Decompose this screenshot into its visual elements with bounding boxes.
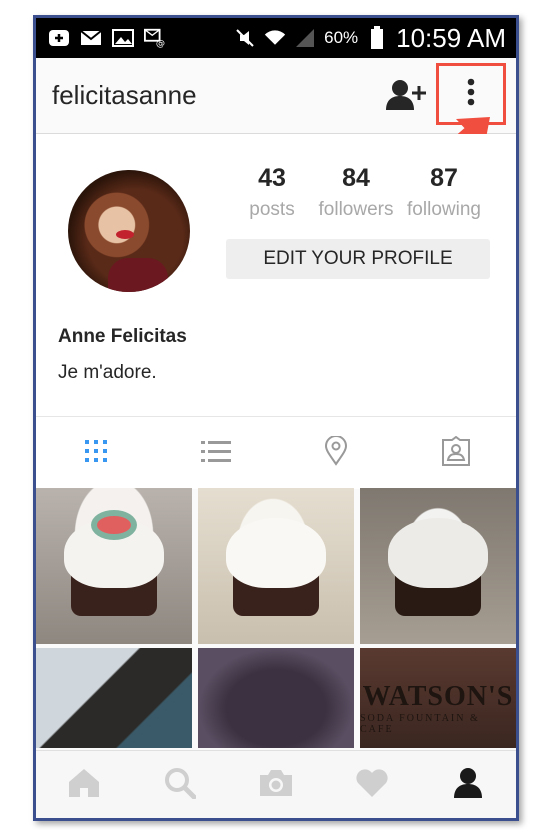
photo-thumbnail[interactable]: [36, 648, 192, 748]
profile-section: 43 posts 84 followers 87 following EDIT …: [36, 134, 516, 419]
bottom-navigation: [36, 750, 516, 818]
battery-percent: 60%: [324, 28, 359, 47]
avatar[interactable]: [68, 170, 190, 292]
posts-label: posts: [249, 199, 295, 220]
svg-text:@: @: [156, 38, 165, 48]
signal-icon: [294, 29, 316, 47]
add-user-icon[interactable]: [386, 78, 426, 112]
status-bar: @ 60% 10:59 AM: [36, 18, 516, 58]
mute-icon: [234, 29, 256, 47]
bio: Je m'adore.: [58, 362, 157, 383]
search-icon: [164, 767, 197, 804]
view-tabs: [36, 416, 516, 489]
tab-list[interactable]: [156, 417, 276, 489]
photo-thumbnail[interactable]: [36, 488, 192, 644]
mail-icon: [80, 29, 102, 47]
following-stat[interactable]: 87 following: [400, 164, 488, 221]
home-icon: [67, 767, 101, 804]
photo-sign-text: WATSON'S: [362, 681, 514, 712]
grid-icon: [84, 439, 108, 468]
camera-icon: [258, 768, 294, 803]
nav-search[interactable]: [132, 751, 228, 818]
nav-camera[interactable]: [228, 751, 324, 818]
followers-label: followers: [318, 199, 394, 220]
tagged-photos-icon: [441, 435, 471, 471]
location-pin-icon: [324, 434, 348, 471]
tab-map[interactable]: [276, 417, 396, 489]
edit-profile-button[interactable]: EDIT YOUR PROFILE: [226, 239, 490, 279]
battery-icon: [366, 26, 388, 49]
tab-tagged[interactable]: [396, 417, 516, 489]
clock: 10:59 AM: [396, 22, 506, 53]
tab-grid[interactable]: [36, 417, 156, 489]
photo-thumbnail[interactable]: [198, 488, 354, 644]
posts-stat[interactable]: 43 posts: [242, 164, 302, 221]
photo-sign-subtext: SODA FOUNTAIN & CAFE: [360, 713, 480, 735]
photo-thumbnail[interactable]: [360, 488, 516, 644]
nav-activity[interactable]: [324, 751, 420, 818]
followers-stat[interactable]: 84 followers: [312, 164, 400, 221]
phone-screen: @ 60% 10:59 AM felicitasanne 43 posts 84…: [33, 15, 519, 821]
photo-grid: WATSON'S SODA FOUNTAIN & CAFE: [36, 488, 516, 750]
nav-profile[interactable]: [420, 751, 516, 818]
posts-count: 43: [258, 164, 286, 192]
heart-icon: [355, 768, 389, 803]
email-alert-icon: @: [144, 28, 166, 48]
following-label: following: [407, 199, 481, 220]
list-icon: [201, 439, 231, 468]
followers-count: 84: [342, 164, 370, 192]
full-name: Anne Felicitas: [58, 326, 187, 347]
more-vertical-icon: [466, 77, 476, 112]
image-icon: [112, 29, 134, 47]
nav-home[interactable]: [36, 751, 132, 818]
wifi-icon: [264, 29, 286, 47]
username: felicitasanne: [52, 80, 197, 110]
photo-thumbnail[interactable]: WATSON'S SODA FOUNTAIN & CAFE: [360, 648, 516, 748]
profile-icon: [452, 767, 484, 804]
photo-thumbnail[interactable]: [198, 648, 354, 748]
add-notification-icon: [48, 29, 70, 47]
following-count: 87: [430, 164, 458, 192]
